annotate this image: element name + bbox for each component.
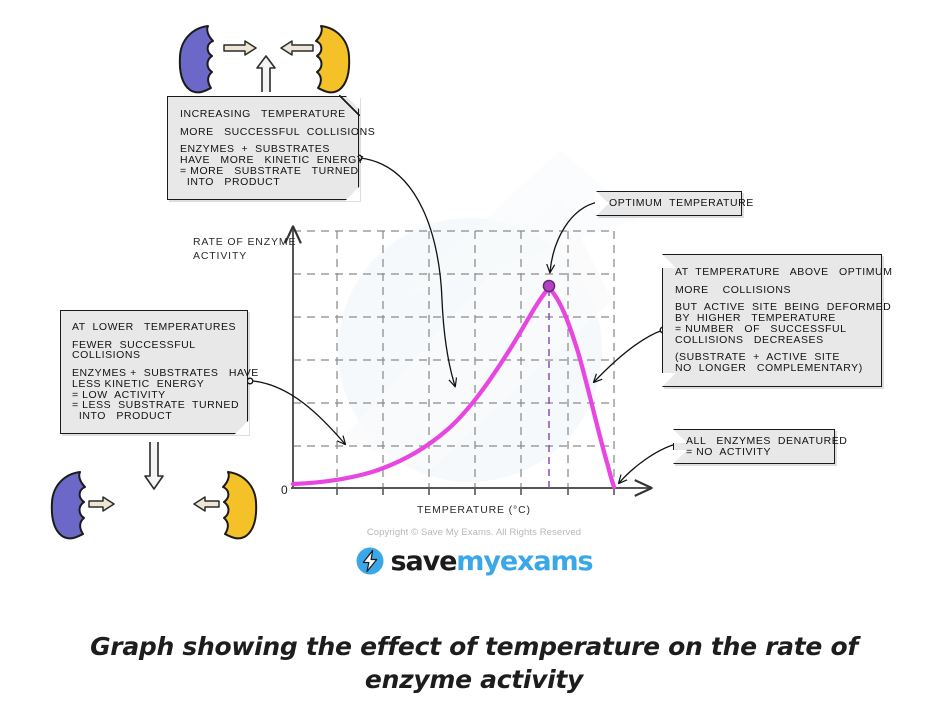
callout-line: = NUMBER OF SUCCESSFUL	[675, 322, 847, 335]
callout-above-optimum[interactable]: AT TEMPERATURE ABOVE OPTIMUM MORE COLLIS…	[661, 253, 893, 388]
arrow-down-connector	[144, 442, 164, 490]
corner-cut	[672, 428, 687, 443]
lightning-bolt-icon	[356, 547, 384, 575]
substrate-shape-top	[315, 25, 351, 94]
corner-cut	[345, 186, 360, 202]
copyright-text: Copyright © Save My Exams. All Rights Re…	[366, 527, 582, 538]
callout-optimum-temperature[interactable]: OPTIMUM TEMPERATURE	[595, 190, 754, 217]
callout-line: AT LOWER TEMPERATURES	[72, 321, 237, 333]
callout-line: MORE SUCCESSFUL COLLISIONS	[180, 125, 376, 138]
logo-part-my: my	[456, 545, 501, 577]
molecule-diagram-top	[178, 25, 351, 94]
callout-line: = MORE SUBSTRATE TURNED	[180, 164, 359, 177]
figure-caption: Graph showing the effect of temperature …	[90, 632, 858, 694]
callout-line: NO LONGER COMPLEMENTARY)	[675, 361, 863, 374]
x-axis-label: TEMPERATURE (°C)	[417, 504, 531, 516]
arrow-left-bottom	[193, 496, 220, 512]
arrow-left-top	[280, 40, 314, 56]
callout-lower-temperatures[interactable]: AT LOWER TEMPERATURES FEWER SUCCESSFUL C…	[60, 310, 258, 435]
logo-part-save: save	[390, 545, 457, 577]
logo-part-exams: exams	[499, 545, 594, 577]
callout-line: AT TEMPERATURE ABOVE OPTIMUM	[675, 266, 893, 278]
callout-line: COLLISIONS DECREASES	[675, 333, 824, 346]
callout-line: MORE COLLISIONS	[675, 283, 792, 296]
corner-cut	[234, 419, 249, 435]
callout-line: INTO PRODUCT	[180, 175, 281, 188]
callout-line: INCREASING TEMPERATURE	[180, 108, 346, 120]
figure-root: INCREASING TEMPERATURE MORE SUCCESSFUL C…	[0, 0, 948, 728]
callout-denatured[interactable]: ALL ENZYMES DENATURED = NO ACTIVITY	[672, 428, 847, 466]
corner-cut	[672, 450, 687, 466]
callout-line: LESS KINETIC ENERGY	[72, 377, 205, 390]
callout-line: OPTIMUM TEMPERATURE	[609, 197, 754, 209]
leader-lower-temperatures	[252, 380, 345, 444]
callout-line: = NO ACTIVITY	[686, 445, 772, 458]
corner-cut	[661, 372, 676, 388]
optimum-point-marker	[542, 279, 556, 293]
leader-denatured	[619, 443, 677, 483]
origin-label: 0	[281, 483, 288, 497]
corner-cut	[661, 253, 676, 268]
arrow-right-top	[223, 40, 257, 56]
logo-text: savemyexams	[390, 545, 594, 577]
save-my-exams-logo: savemyexams	[0, 546, 948, 576]
arrow-up-connector	[256, 55, 276, 92]
y-axis-label: RATE OF ENZYME ACTIVITY	[193, 236, 297, 263]
arrow-right-bottom	[88, 496, 115, 512]
leader-above-optimum	[594, 329, 664, 382]
callout-line: COLLISIONS	[72, 349, 141, 362]
molecule-diagram-bottom	[50, 442, 258, 540]
enzyme-shape-top	[178, 25, 214, 94]
callout-increasing-temperature[interactable]: INCREASING TEMPERATURE MORE SUCCESSFUL C…	[167, 94, 376, 202]
callout-line: INTO PRODUCT	[72, 409, 173, 422]
corner-cut	[595, 201, 610, 217]
